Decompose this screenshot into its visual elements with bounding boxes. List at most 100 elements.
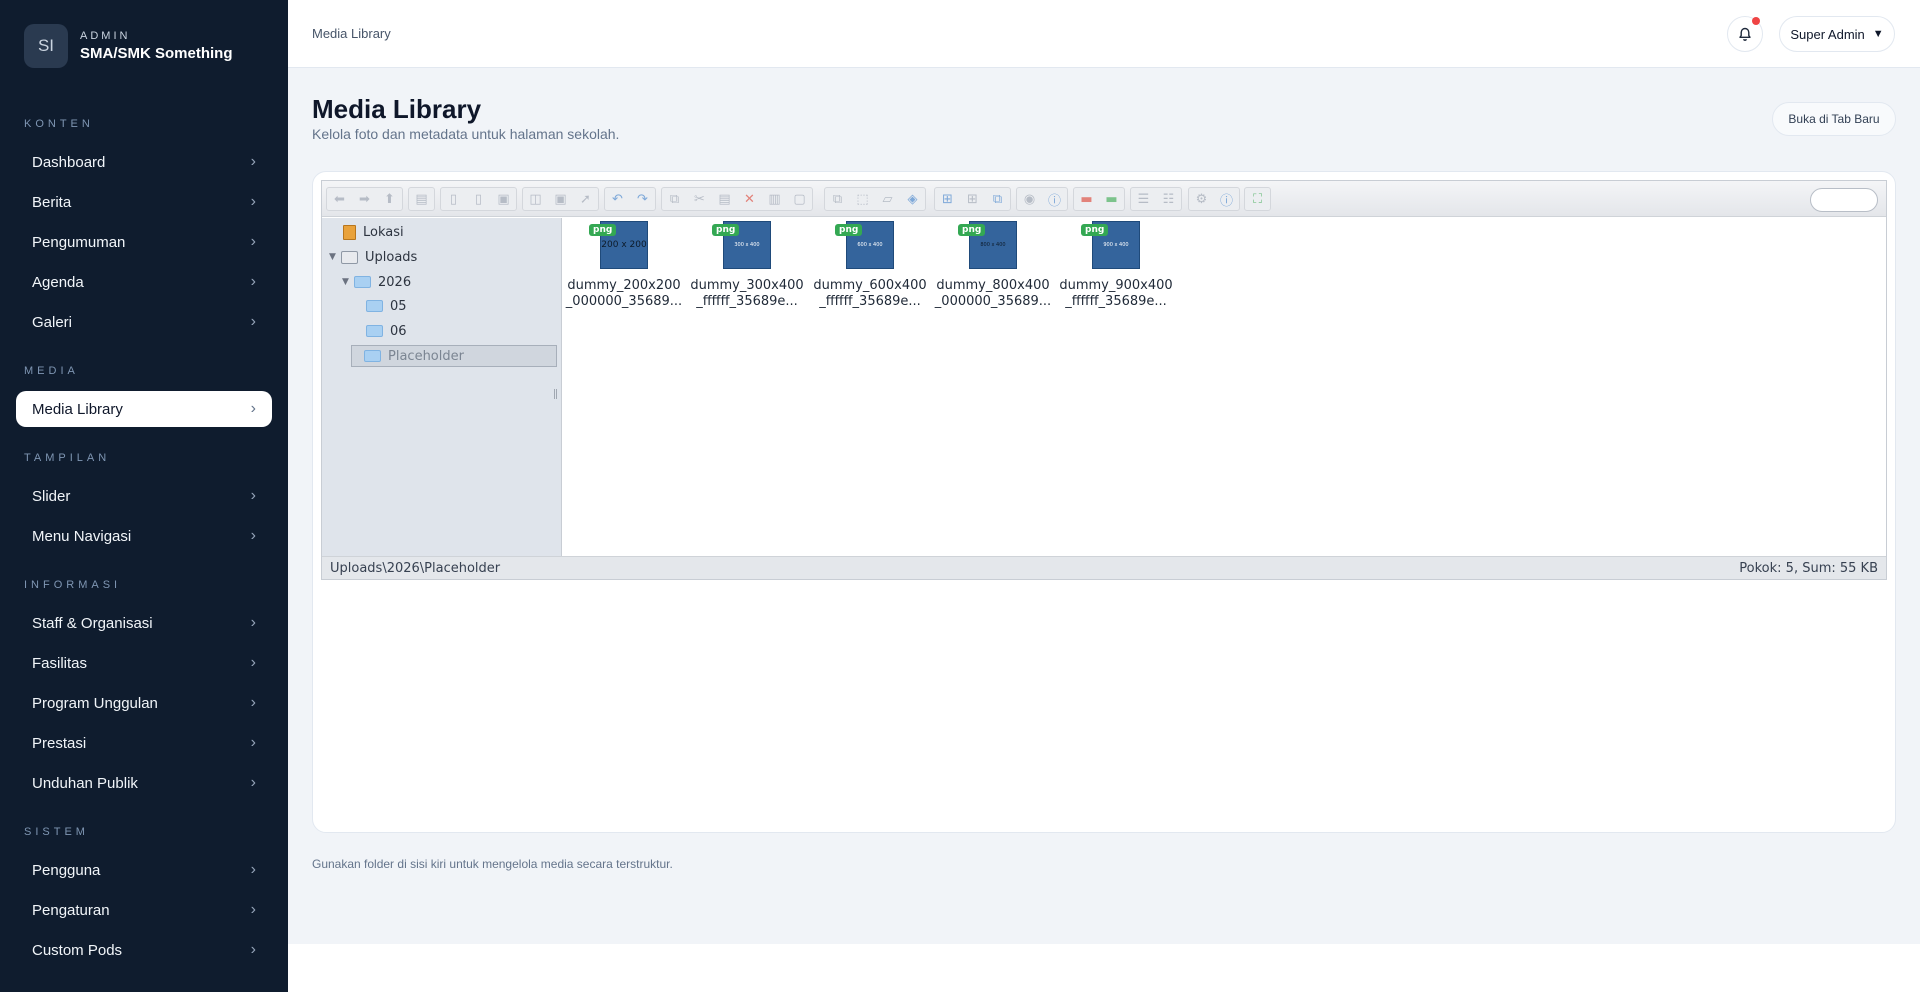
archive-icon[interactable]: ▱ (875, 188, 900, 210)
notifications-button[interactable] (1727, 16, 1763, 52)
help-icon[interactable]: ☷ (1156, 188, 1181, 210)
caret-down-icon[interactable]: ▼ (329, 252, 341, 262)
caret-down-icon: ▼ (1872, 28, 1884, 40)
notification-dot (1752, 17, 1760, 25)
tree-resize-handle[interactable] (554, 389, 557, 399)
select-icon[interactable]: ➚ (573, 188, 598, 210)
toolbar-group-history: ↶ ↷ (604, 187, 656, 211)
sidebar-item-pengaturan[interactable]: Pengaturan › (16, 892, 272, 928)
user-menu-button[interactable]: Super Admin ▼ (1779, 16, 1895, 52)
tree-item-label: Placeholder (388, 348, 464, 364)
upload-icon[interactable]: ▣ (548, 188, 573, 210)
copy-icon[interactable]: ⧉ (662, 188, 687, 210)
sidebar-item-agenda[interactable]: Agenda › (16, 264, 272, 300)
rename-icon[interactable]: ▢ (787, 188, 812, 210)
chevron-right-icon: › (250, 313, 256, 330)
chevron-right-icon: › (250, 941, 256, 958)
sort-icon[interactable]: ▬ (1099, 188, 1124, 210)
sidebar-item-galeri[interactable]: Galeri › (16, 304, 272, 340)
main-content: Media Library Super Admin ▼ Media Librar… (288, 0, 1920, 944)
search-input[interactable] (1810, 188, 1878, 212)
brand[interactable]: SI ADMIN SMA/SMK Something (24, 24, 233, 68)
file-type-badge: png (958, 224, 986, 236)
chevron-right-icon: › (250, 233, 256, 250)
tree-item-06[interactable]: 06 (366, 320, 407, 342)
sidebar-item-dashboard[interactable]: Dashboard › (16, 144, 272, 180)
tree-item-05[interactable]: 05 (366, 295, 407, 317)
tree-item-label: Lokasi (363, 224, 404, 240)
file-thumbnail: png 600 x 400 (835, 221, 894, 269)
file-name-line: dummy_300x400 (690, 278, 804, 293)
file-item[interactable]: png 800 x 400 dummy_800x400 _000000_35689… (934, 221, 1052, 310)
sidebar-item-pengumuman[interactable]: Pengumuman › (16, 224, 272, 260)
resize-icon[interactable]: ◈ (900, 188, 925, 210)
sidebar-item-prestasi[interactable]: Prestasi › (16, 725, 272, 761)
tree-item-2026[interactable]: ▼ 2026 (342, 271, 411, 293)
fullscreen-icon[interactable]: ⛶ (1245, 188, 1270, 210)
delete-icon[interactable]: ✕ (737, 188, 762, 210)
file-item[interactable]: png 900 x 400 dummy_900x400 _ffffff_35689… (1057, 221, 1175, 310)
tree-item-uploads[interactable]: ▼ Uploads (329, 246, 417, 268)
sidebar-item-label: Slider (32, 487, 71, 505)
sidebar-item-program-unggulan[interactable]: Program Unggulan › (16, 685, 272, 721)
sidebar-item-label: Fasilitas (32, 654, 88, 672)
info-icon[interactable]: ⓘ (1042, 188, 1067, 210)
breadcrumb[interactable]: Media Library (312, 26, 391, 41)
empty-icon[interactable]: ▥ (762, 188, 787, 210)
file-item[interactable]: png 600 x 400 dummy_600x400 _ffffff_35689… (811, 221, 929, 310)
mkfile-icon[interactable]: ▯ (466, 188, 491, 210)
icons-view-icon[interactable]: ⊞ (935, 188, 960, 210)
undo-icon[interactable]: ↶ (605, 188, 630, 210)
file-item[interactable]: png 200 x 200 dummy_200x200 _000000_35689… (565, 221, 683, 310)
footer-note: Gunakan folder di sisi kiri untuk mengel… (312, 857, 673, 871)
sidebar-item-fasilitas[interactable]: Fasilitas › (16, 645, 272, 681)
caret-down-icon[interactable]: ▼ (342, 277, 354, 287)
chevron-right-icon: › (250, 400, 256, 417)
columns-view-icon[interactable]: ⧉ (985, 188, 1010, 210)
sidebar-item-berita[interactable]: Berita › (16, 184, 272, 220)
file-thumbnail: png 200 x 200 (589, 221, 648, 269)
sidebar-item-media-library[interactable]: Media Library › (16, 391, 272, 427)
topbar: Media Library Super Admin ▼ (288, 0, 1920, 68)
sidebar-item-label: Pengguna (32, 861, 101, 879)
file-item[interactable]: png 300 x 400 dummy_300x400 _ffffff_35689… (688, 221, 806, 310)
home-icon[interactable]: ▤ (409, 188, 434, 210)
sidebar-item-slider[interactable]: Slider › (16, 478, 272, 514)
up-icon[interactable]: ⬆ (377, 188, 402, 210)
save-icon[interactable]: ▣ (491, 188, 516, 210)
back-icon[interactable]: ⬅ (327, 188, 352, 210)
open-new-tab-button[interactable]: Buka di Tab Baru (1772, 102, 1896, 136)
sidebar-item-label: Menu Navigasi (32, 527, 132, 545)
sidebar-item-pengguna[interactable]: Pengguna › (16, 852, 272, 888)
sidebar-item-custom-pods[interactable]: Custom Pods › (16, 932, 272, 968)
toolbar-group-settings: ⚙ ⓘ (1188, 187, 1240, 211)
media-card: ⬅ ➡ ⬆ ▤ ▯ ▯ ▣ ◫ ▣ ➚ ↶ ↷ ⧉ ✂ ▤ ✕ ▥ ▢ ⧉ ⬚ … (312, 171, 1896, 833)
cut-icon[interactable]: ✂ (687, 188, 712, 210)
forward-icon[interactable]: ➡ (352, 188, 377, 210)
sidebar-item-unduhan-publik[interactable]: Unduhan Publik › (16, 765, 272, 801)
mkdir-icon[interactable]: ◫ (523, 188, 548, 210)
redo-icon[interactable]: ↷ (630, 188, 655, 210)
folder-icon (354, 276, 371, 288)
tree-item-placeholder[interactable]: Placeholder (351, 345, 557, 367)
thumbnail-label: 900 x 400 (1103, 242, 1129, 248)
list-icon[interactable]: ☰ (1131, 188, 1156, 210)
sidebar-item-label: Unduhan Publik (32, 774, 138, 792)
sidebar-item-label: Berita (32, 193, 72, 211)
thumbnail-label: 600 x 400 (857, 242, 883, 248)
tree-item-label: 2026 (378, 274, 412, 290)
preview-icon[interactable]: ◉ (1017, 188, 1042, 210)
open-icon[interactable]: ▯ (441, 188, 466, 210)
list-view-icon[interactable]: ⊞ (960, 188, 985, 210)
extract-icon[interactable]: ⬚ (850, 188, 875, 210)
about-icon[interactable]: ⓘ (1214, 188, 1239, 210)
duplicate-icon[interactable]: ⧉ (825, 188, 850, 210)
paste-icon[interactable]: ▤ (712, 188, 737, 210)
download-icon[interactable]: ▬ (1074, 188, 1099, 210)
file-name: dummy_200x200 _000000_35689... (565, 278, 683, 310)
chevron-right-icon: › (250, 527, 256, 544)
sidebar-item-menu-navigasi[interactable]: Menu Navigasi › (16, 518, 272, 554)
tree-item-lokasi[interactable]: Lokasi (343, 221, 404, 243)
sidebar-item-staff[interactable]: Staff & Organisasi › (16, 605, 272, 641)
settings-icon[interactable]: ⚙ (1189, 188, 1214, 210)
